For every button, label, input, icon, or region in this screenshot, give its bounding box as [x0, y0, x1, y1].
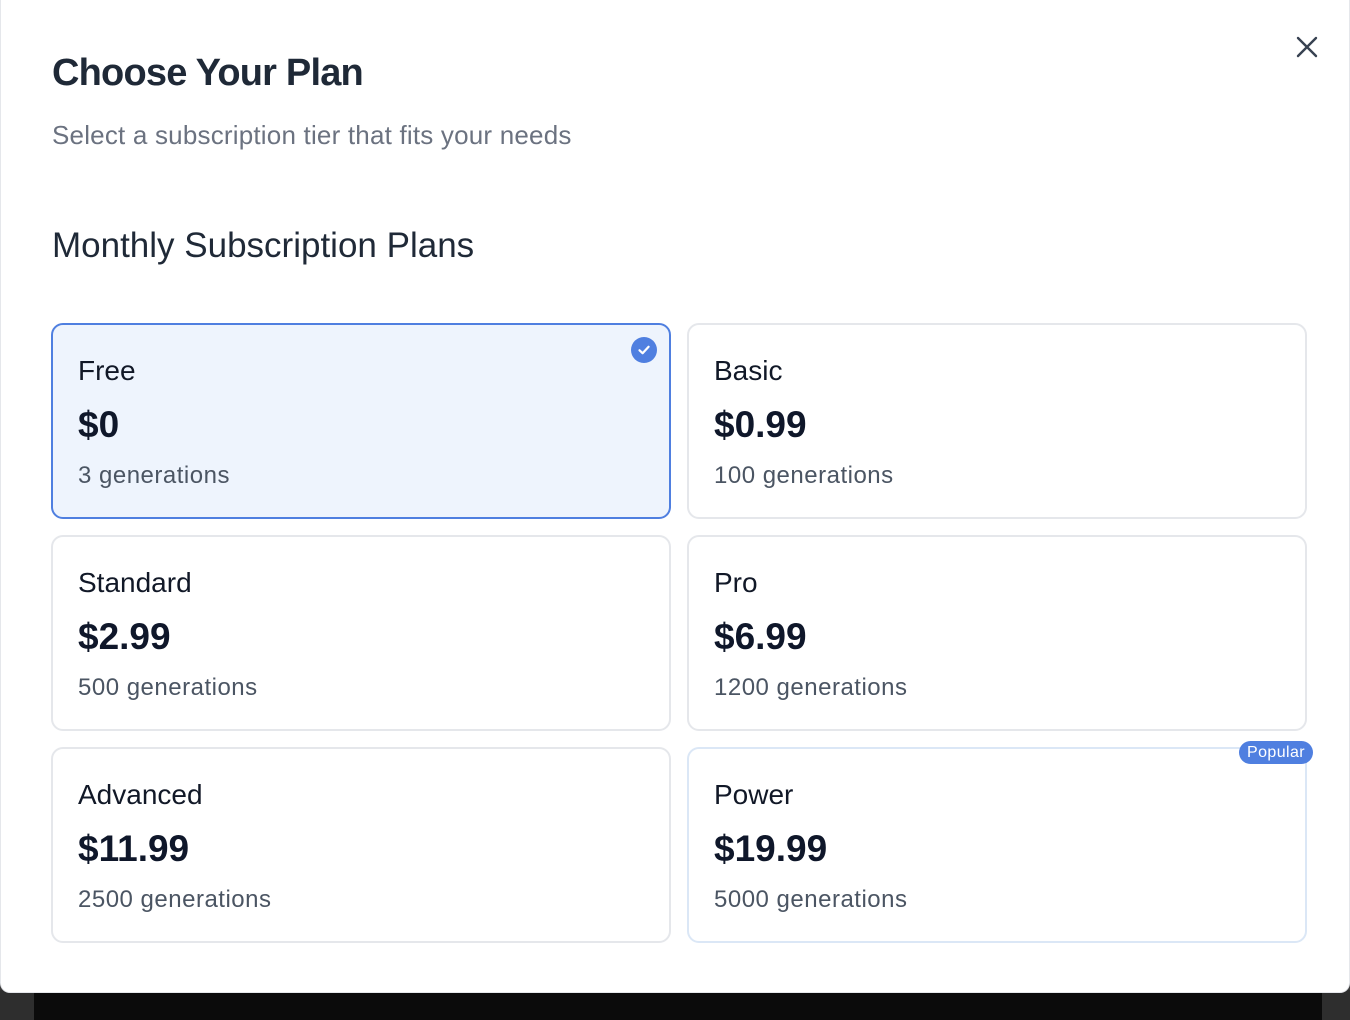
plan-price: $0	[78, 404, 120, 445]
plans-grid: Free $0 3 generations Basic $0.99 100 ge…	[51, 323, 1313, 943]
plan-generations: 500 generations	[78, 674, 258, 701]
plan-card-power[interactable]: Popular Power $19.99 5000 generations	[687, 741, 1313, 943]
plan-card-advanced[interactable]: Advanced $11.99 2500 generations	[51, 747, 671, 943]
plan-generations: 1200 generations	[714, 674, 908, 701]
plan-name: Power	[714, 779, 794, 810]
plan-price: $6.99	[714, 616, 807, 657]
plan-card-basic[interactable]: Basic $0.99 100 generations	[687, 323, 1307, 519]
plan-name: Standard	[78, 567, 192, 598]
modal-title: Choose Your Plan	[52, 52, 364, 94]
backdrop-left	[0, 990, 34, 1020]
plan-price: $11.99	[78, 828, 190, 869]
check-circle-icon	[631, 337, 657, 363]
plan-name: Pro	[714, 567, 758, 598]
plan-card-standard[interactable]: Standard $2.99 500 generations	[51, 535, 671, 731]
close-button[interactable]	[1291, 31, 1323, 63]
plan-modal: Choose Your Plan Select a subscription t…	[0, 0, 1350, 993]
plan-card-free[interactable]: Free $0 3 generations	[51, 323, 671, 519]
section-title: Monthly Subscription Plans	[52, 226, 475, 265]
backdrop-right	[1322, 990, 1350, 1020]
plan-generations: 100 generations	[714, 462, 894, 489]
plan-generations: 5000 generations	[714, 886, 908, 913]
plan-generations: 3 generations	[78, 462, 230, 489]
plan-card-pro[interactable]: Pro $6.99 1200 generations	[687, 535, 1307, 731]
modal-subtitle: Select a subscription tier that fits you…	[52, 120, 572, 150]
close-icon	[1296, 36, 1318, 58]
plan-price: $19.99	[714, 828, 828, 869]
plan-price: $0.99	[714, 404, 807, 445]
plan-name: Advanced	[78, 779, 203, 810]
plan-price: $2.99	[78, 616, 171, 657]
plan-name: Basic	[714, 355, 783, 386]
backdrop-page	[34, 990, 1322, 1020]
plan-generations: 2500 generations	[78, 886, 272, 913]
popular-badge: Popular	[1239, 741, 1313, 764]
plan-name: Free	[78, 355, 136, 386]
